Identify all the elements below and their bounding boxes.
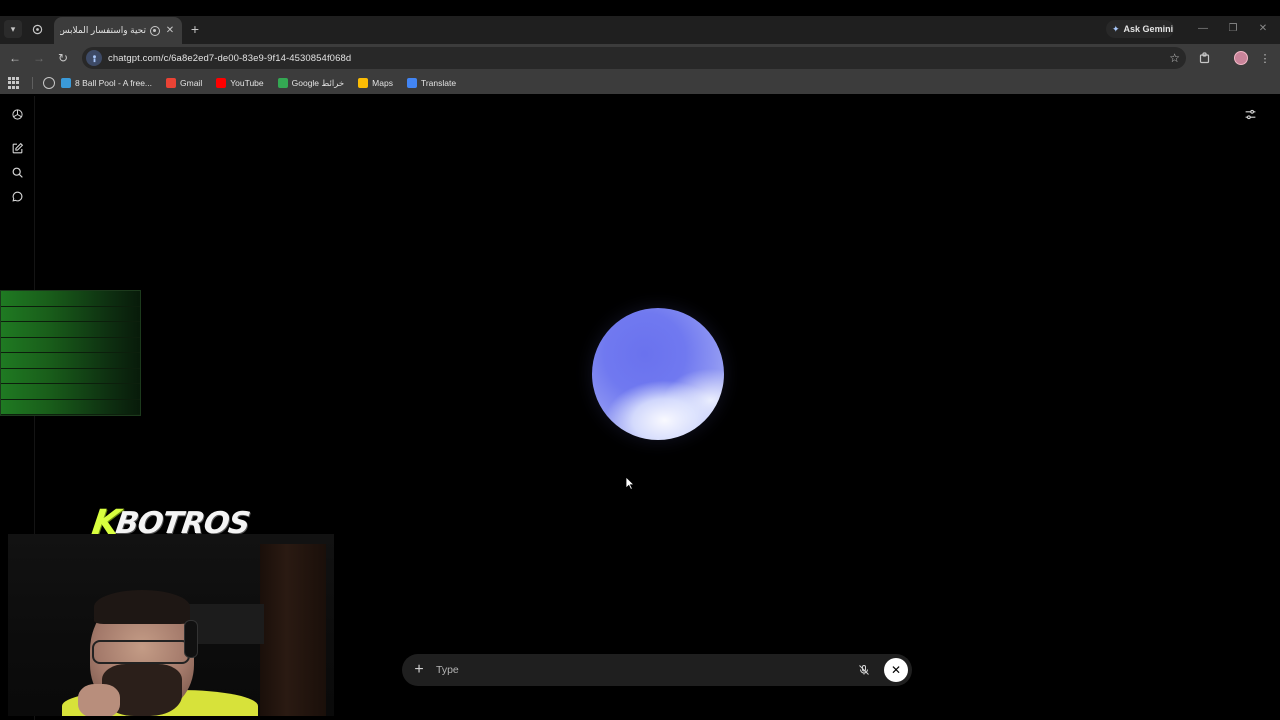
tab-close-icon[interactable]: ✕: [164, 25, 176, 36]
voice-composer: + ✕: [402, 654, 912, 686]
bookmark-star-icon[interactable]: ☆: [1169, 50, 1180, 66]
chats-icon[interactable]: [9, 188, 25, 204]
webcam-person-hand: [78, 684, 120, 716]
extensions-icon[interactable]: [1196, 49, 1214, 67]
forward-button[interactable]: →: [30, 49, 48, 67]
youtube-icon: [216, 78, 227, 88]
message-input[interactable]: [436, 664, 856, 676]
bookmark-item[interactable]: Maps: [358, 78, 393, 88]
webcam-feed: [8, 534, 334, 716]
profile-avatar-icon: [1234, 51, 1248, 65]
chat-message: [1, 337, 140, 353]
chatgpt-voice-page: + ✕ K BOTROS: [0, 96, 1280, 720]
active-tab[interactable]: تحية واستفسار الملابس ✕: [54, 17, 182, 44]
gemini-sparkle-icon: ✦: [1112, 23, 1120, 34]
webcam-background-shelf: [188, 604, 264, 644]
chatgpt-logo-icon[interactable]: [9, 106, 25, 122]
chatgpt-favicon-icon: [32, 24, 42, 34]
webcam-background-door: [260, 544, 326, 716]
bookmark-item[interactable]: YouTube: [216, 78, 264, 88]
site-info-icon[interactable]: [86, 50, 102, 66]
bookmark-item[interactable]: Gmail: [166, 78, 202, 88]
close-window-button[interactable]: ✕: [1254, 20, 1272, 38]
pinned-tab[interactable]: [28, 20, 46, 38]
translate-icon: [406, 78, 417, 88]
bookmark-label: Translate: [420, 78, 457, 88]
bookmarks-bar: 8 Ball Pool - A free... Gmail YouTube Googl…: [0, 72, 1280, 94]
tab-title: تحية واستفسار الملابس: [60, 25, 146, 35]
add-attachment-button[interactable]: +: [410, 661, 428, 679]
chat-message: [1, 322, 140, 338]
chat-message: [1, 399, 140, 415]
bookmark-label: 8 Ball Pool - A free...: [75, 78, 153, 88]
chat-message: [1, 353, 140, 369]
bookmark-item[interactable]: Google خرائط: [277, 77, 345, 89]
bookmark-label: Google خرائط: [291, 77, 345, 88]
end-voice-button[interactable]: ✕: [884, 658, 908, 682]
all-bookmarks-icon[interactable]: [43, 77, 55, 89]
browser-tabstrip: ▾ تحية واستفسار الملابس ✕ + ✦ Ask Gemini…: [0, 0, 1280, 44]
chat-message: [1, 368, 140, 384]
profile-avatar[interactable]: [1232, 49, 1250, 67]
gmail-icon: [166, 78, 177, 88]
bookmark-label: Gmail: [180, 78, 203, 88]
address-bar[interactable]: chatgpt.com/c/6a8e2ed7-de00-83e9-9f14-45…: [82, 47, 1186, 69]
ask-gemini-button[interactable]: ✦ Ask Gemini: [1106, 20, 1174, 38]
chat-message: [1, 306, 140, 322]
audio-playing-icon[interactable]: [150, 25, 160, 36]
chat-message: [1, 384, 140, 400]
mouse-cursor-icon: [625, 476, 635, 490]
reload-button[interactable]: ↻: [54, 49, 72, 67]
menu-kebab-icon[interactable]: ⋮: [1256, 49, 1274, 67]
apps-grid-icon[interactable]: [8, 77, 20, 89]
bookmark-item[interactable]: 8 Ball Pool - A free...: [61, 78, 152, 88]
maps-pin-icon: [277, 78, 288, 88]
bookmarks-divider: [32, 77, 33, 89]
search-icon[interactable]: [9, 164, 25, 180]
browser-toolbar: ← → ↻ chatgpt.com/c/6a8e2ed7-de00-83e9-9…: [0, 44, 1280, 72]
chat-message: [1, 291, 140, 307]
tabstrip-top-bar: [0, 0, 1280, 16]
stream-chat-overlay: [0, 290, 141, 416]
voice-orb: [592, 308, 724, 440]
mute-microphone-icon[interactable]: [856, 662, 872, 678]
bookmark-label: Maps: [372, 78, 393, 88]
minimize-button[interactable]: —: [1194, 20, 1212, 38]
webcam-person-glasses: [92, 640, 190, 664]
ask-gemini-label: Ask Gemini: [1123, 24, 1174, 34]
url-text[interactable]: chatgpt.com/c/6a8e2ed7-de00-83e9-9f14-45…: [108, 53, 351, 64]
restore-button[interactable]: ❐: [1224, 20, 1242, 38]
new-chat-icon[interactable]: [9, 140, 25, 156]
voice-settings-sliders-icon[interactable]: [1242, 106, 1258, 122]
back-button[interactable]: ←: [6, 49, 24, 67]
pool-icon: [61, 78, 71, 88]
maps-pin-icon: [358, 78, 369, 88]
new-tab-button[interactable]: +: [188, 20, 202, 38]
bookmark-item[interactable]: Translate: [406, 78, 457, 88]
bookmark-label: YouTube: [230, 78, 264, 88]
webcam-person-hair: [94, 590, 190, 624]
tab-search-chevron-icon[interactable]: ▾: [4, 20, 22, 38]
webcam-headset: [184, 620, 198, 658]
